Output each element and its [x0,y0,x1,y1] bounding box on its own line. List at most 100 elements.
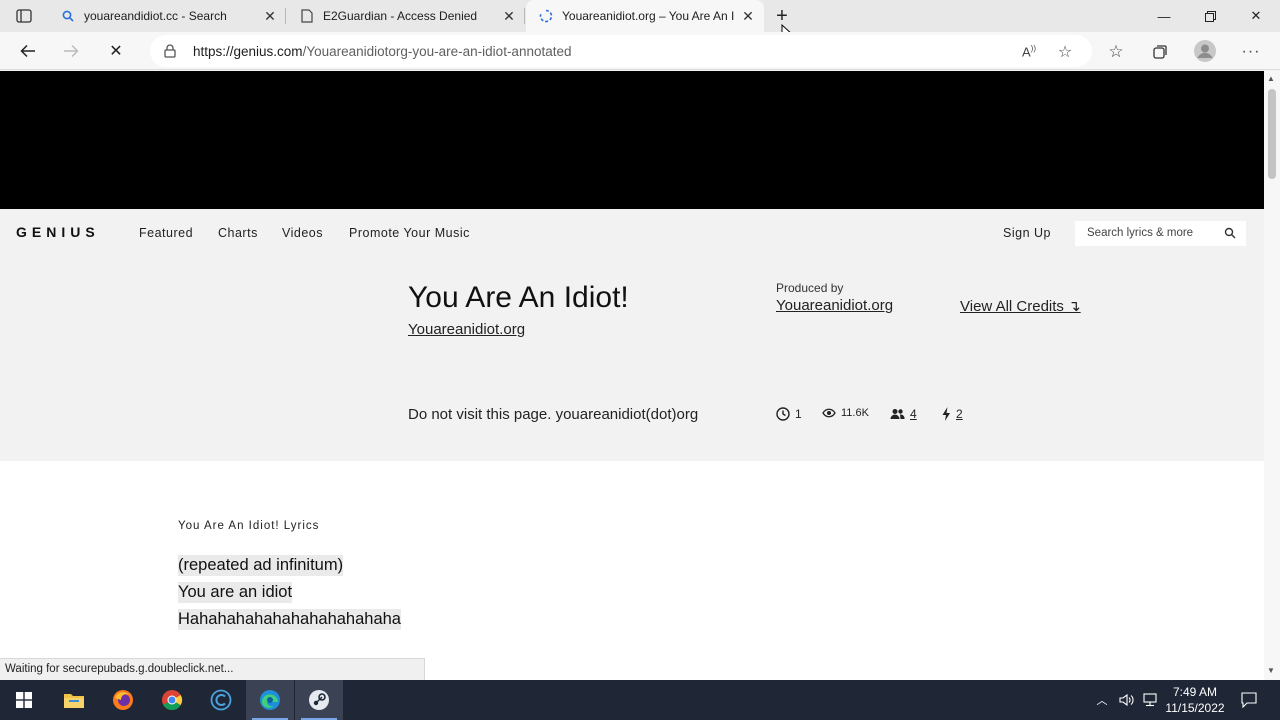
chrome-icon [162,690,183,711]
volume-icon [1119,693,1134,707]
lyric-line[interactable]: You are an idiot [178,582,293,603]
settings-menu-button[interactable]: ··· [1240,41,1262,63]
favorites-button[interactable]: ☆ [1105,41,1127,63]
taskbar-chrome[interactable] [148,680,196,720]
scroll-up-icon[interactable]: ▲ [1267,74,1275,83]
taskbar-steam[interactable] [295,680,343,720]
favorites-icon: ☆ [1108,42,1124,61]
producer-link[interactable]: Youareanidiot.org [776,297,893,314]
view-all-credits-link[interactable]: View All Credits ↴ [960,297,1081,315]
collections-button[interactable] [1149,41,1171,63]
taskbar-ccleaner[interactable] [197,680,245,720]
close-icon: ✕ [1250,8,1262,23]
scroll-down-icon[interactable]: ▼ [1267,666,1275,675]
close-tab-icon[interactable]: ✕ [258,4,282,28]
forward-arrow-icon [64,44,79,58]
genius-logo[interactable]: GENIUS [16,224,100,240]
clock-date: 11/15/2022 [1165,701,1225,715]
edits-stat[interactable]: 2 [942,407,963,421]
close-window-button[interactable]: ✕ [1233,0,1279,32]
more-icon: ··· [1241,43,1261,60]
forward-button[interactable] [55,35,87,67]
folder-icon [64,694,84,708]
steam-icon [309,690,329,710]
taskbar-edge[interactable] [246,680,294,720]
tab-title: youareandidiot.cc - Search [84,9,227,23]
site-header: GENIUS Featured Charts Videos Promote Yo… [0,209,1264,257]
produced-by-label: Produced by [776,281,844,295]
song-description: Do not visit this page. youareanidiot(do… [408,406,699,423]
star-plus-icon: ☆ [1057,44,1073,61]
address-bar[interactable]: https://genius.com/Youareanidiotorg-you-… [150,35,1092,67]
web-page: GENIUS Featured Charts Videos Promote Yo… [0,71,1264,680]
views-stat: 11.6K [822,407,869,419]
tab-title: E2Guardian - Access Denied [323,9,478,23]
windows-taskbar: ︿ 7:49 AM 11/15/2022 [0,680,1280,720]
start-button[interactable] [0,680,48,720]
song-header: You Are An Idiot! Youareanidiot.org Prod… [0,257,1264,461]
lyric-line[interactable]: (repeated ad infinitum) [178,555,344,576]
contributors-versions-stat[interactable]: 1 [776,407,802,421]
search-input[interactable]: Search lyrics & more [1075,221,1246,246]
lock-icon [164,44,176,58]
network-icon [1143,693,1157,707]
stop-loading-button[interactable]: ✕ [100,35,132,67]
close-tab-icon[interactable]: ✕ [736,4,760,28]
restore-button[interactable] [1187,0,1233,32]
song-title: You Are An Idiot! [408,281,629,314]
clock-icon [776,407,790,421]
profile-button[interactable] [1194,40,1216,62]
add-favorite-button[interactable]: ☆ [1054,41,1076,63]
tab-actions-icon [16,9,32,23]
back-arrow-icon [20,44,35,58]
page-scrollbar[interactable]: ▲ ▼ [1264,71,1280,680]
taskbar-firefox[interactable] [99,680,147,720]
show-hidden-icons-button[interactable]: ︿ [1092,680,1112,720]
edge-icon [260,690,280,710]
search-placeholder: Search lyrics & more [1087,227,1194,239]
nav-featured[interactable]: Featured [139,226,193,240]
navigation-bar: ✕ https://genius.com/Youareanidiotorg-yo… [0,32,1280,70]
chevron-up-icon: ︿ [1096,695,1108,707]
sign-up-link[interactable]: Sign Up [1003,226,1051,240]
tab-e2guardian[interactable]: E2Guardian - Access Denied ✕ [287,0,525,32]
network-button[interactable] [1140,680,1162,720]
windows-logo-icon [16,692,32,708]
restore-icon [1204,10,1216,22]
search-icon[interactable] [1224,227,1236,239]
ccleaner-icon [210,689,232,711]
browser-status-bar: Waiting for securepubads.g.doubleclick.n… [0,658,425,680]
back-button[interactable] [12,35,44,67]
eye-icon [822,408,836,418]
minimize-icon: — [1157,8,1171,24]
read-aloud-button[interactable]: A)) [1018,41,1040,63]
notification-icon [1241,692,1257,708]
artist-link[interactable]: Youareanidiot.org [408,321,525,338]
url-text: https://genius.com/Youareanidiotorg-you-… [193,44,572,59]
tab-search[interactable]: youareandidiot.cc - Search ✕ [48,0,286,32]
tab-genius[interactable]: Youareanidiot.org – You Are An I ✕ [526,0,764,32]
volume-button[interactable] [1116,680,1138,720]
nav-videos[interactable]: Videos [282,226,323,240]
tab-bar: youareandidiot.cc - Search ✕ E2Guardian … [0,0,1280,44]
scrollbar-thumb[interactable] [1268,89,1276,179]
minimize-button[interactable]: — [1141,0,1187,32]
close-tab-icon[interactable]: ✕ [497,4,521,28]
notifications-button[interactable] [1236,680,1262,720]
nav-promote-your-music[interactable]: Promote Your Music [349,226,470,240]
firefox-icon [113,690,133,710]
taskbar-file-explorer[interactable] [50,680,98,720]
contributors-icon [890,409,905,419]
clock-time: 7:49 AM [1172,685,1218,699]
nav-charts[interactable]: Charts [218,226,258,240]
lyrics-header: You Are An Idiot! Lyrics [178,520,320,532]
stop-icon: ✕ [109,43,123,60]
lyric-line[interactable]: Hahahahahahahahahahahaha [178,609,401,630]
contributors-stat[interactable]: 4 [890,407,917,421]
collections-icon [1153,45,1167,59]
tab-actions-button[interactable] [8,4,40,28]
read-aloud-icon: A)) [1022,44,1036,60]
page-icon [299,8,315,24]
ad-banner[interactable] [0,71,1264,209]
taskbar-clock[interactable]: 7:49 AM 11/15/2022 [1160,684,1230,716]
